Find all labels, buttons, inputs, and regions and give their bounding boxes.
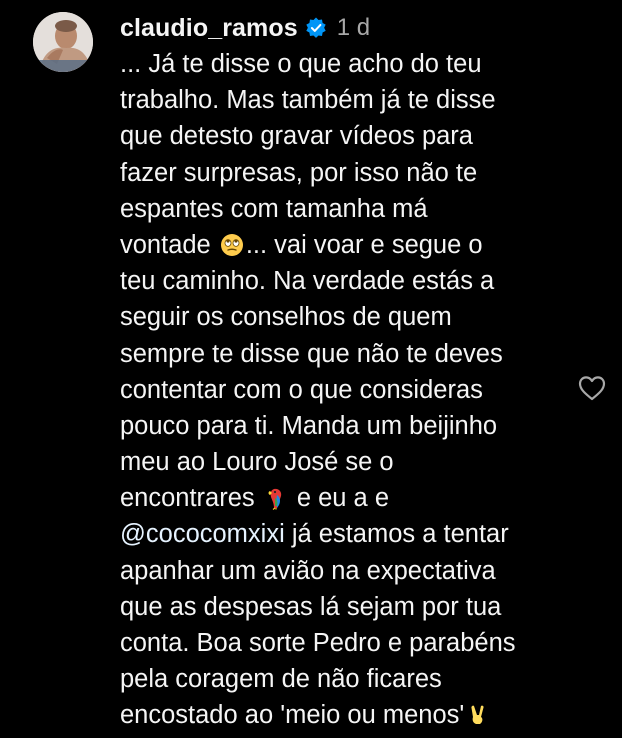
comment-line: que detesto gravar vídeos para [120, 122, 473, 151]
comment-line-text: encostado ao 'meio ou menos' [120, 701, 465, 730]
comment: claudio_ramos 1 d ... Já te disse o que … [0, 0, 622, 729]
comment-line: trabalho. Mas também já te disse [120, 86, 496, 115]
comment-line-text: e eu a e [289, 484, 389, 513]
victory-hand-emoji [466, 701, 490, 725]
username[interactable]: claudio_ramos [120, 14, 298, 43]
comment-header: claudio_ramos 1 d [120, 10, 370, 46]
heart-outline-icon[interactable] [576, 372, 608, 404]
comment-line: ... Já te disse o que acho do teu [120, 50, 482, 78]
comment-line: encontrares e eu a e [120, 480, 560, 516]
comment-line: contentar com o que consideras [120, 375, 483, 404]
comment-line: vontade ... vai voar e segue o [120, 227, 560, 263]
comment-line: que as despesas lá sejam por tua [120, 592, 502, 621]
comment-line: conta. Boa sorte Pedro e parabéns [120, 629, 516, 657]
comment-line-text: encontrares [120, 484, 262, 513]
face-with-rolling-eyes-emoji [220, 231, 244, 256]
avatar[interactable] [33, 12, 93, 72]
avatar-photo [33, 12, 93, 72]
comment-line: fazer surpresas, por isso não te [120, 158, 478, 187]
timestamp[interactable]: 1 d [337, 14, 370, 42]
comment-line: @cococomxixi já estamos a tentar [120, 516, 560, 552]
comment-line: pouco para ti. Manda um beijinho [120, 411, 498, 440]
comment-line: apanhar um avião na expectativa [120, 556, 496, 585]
mention-link[interactable]: @cococomxixi [120, 520, 285, 548]
comment-line: espantes com tamanha má [120, 194, 428, 223]
parrot-emoji [264, 484, 288, 511]
comment-line: seguir os conselhos de quem [120, 303, 452, 332]
comment-line: pela coragem de não ficares [120, 665, 442, 694]
comment-line: meu ao Louro José se o [120, 448, 394, 477]
comment-line: encostado ao 'meio ou menos' [120, 697, 560, 733]
comment-text: ... Já te disse o que acho do teu trabal… [120, 46, 560, 734]
comment-line: sempre te disse que não te deves [120, 339, 503, 368]
comment-line-text: vontade [120, 230, 218, 259]
comment-line: teu caminho. Na verdade estás a [120, 267, 495, 296]
verified-badge-icon [305, 17, 327, 39]
comment-line-text: ... vai voar e segue o [245, 230, 483, 259]
comment-line-text: já estamos a tentar [284, 520, 509, 549]
